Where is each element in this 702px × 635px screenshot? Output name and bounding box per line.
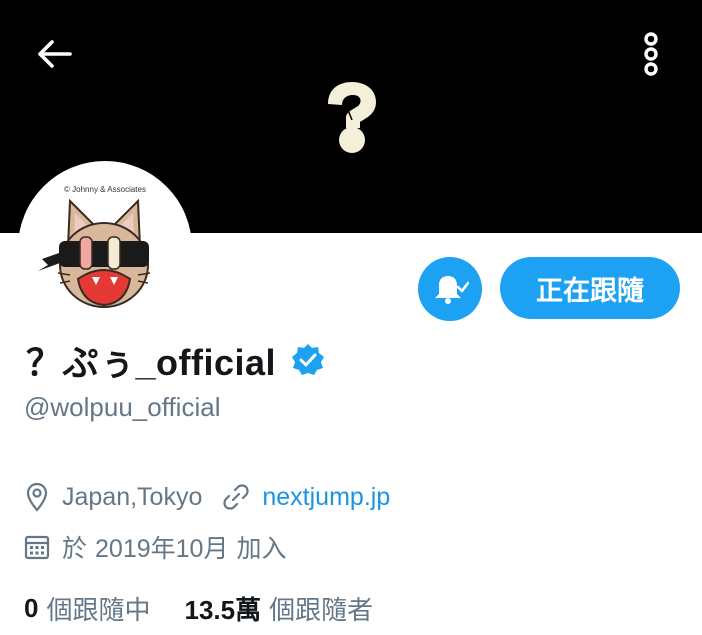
followers-stat[interactable]: 13.5萬 個跟隨者 — [184, 590, 373, 627]
location-pin-icon — [26, 482, 48, 512]
verified-badge-icon — [292, 344, 325, 375]
following-count: 0 — [24, 592, 39, 623]
profile-display-name: ？ぷぅ_official — [26, 333, 326, 387]
location-text: Japan,Tokyo — [62, 482, 203, 511]
arrow-left-icon — [38, 40, 72, 68]
joined-suffix: 加入 — [236, 535, 287, 563]
following-label: 個跟隨中 — [46, 594, 151, 625]
profile-avatar[interactable]: © Johnny & Associates — [18, 161, 192, 335]
more-vertical-icon — [644, 32, 658, 76]
profile-handle: @wolpuu_official — [24, 392, 221, 422]
notifications-button[interactable] — [418, 257, 482, 321]
back-button[interactable] — [30, 30, 78, 78]
question-mark-logo — [328, 82, 376, 153]
joined-row: 於 2019年10月 加入 — [24, 529, 286, 565]
following-stat[interactable]: 0 個跟隨中 — [24, 590, 150, 627]
cat-mascot-image — [38, 198, 151, 308]
joined-prefix: 於 — [62, 535, 88, 563]
followers-count: 13.5萬 — [184, 594, 262, 625]
more-options-button[interactable] — [628, 28, 674, 80]
website-link[interactable]: nextjump.jp — [262, 483, 390, 512]
joined-date: 2019年10月 — [95, 535, 229, 563]
link-icon — [223, 484, 249, 510]
calendar-icon — [24, 535, 50, 560]
following-button[interactable]: 正在跟隨 — [500, 257, 680, 319]
followers-label: 個跟隨者 — [269, 594, 374, 625]
bell-check-icon — [435, 276, 469, 304]
location-website-row: Japan,Tokyo nextjump.jp — [24, 479, 390, 515]
follow-stats: 0 個跟隨中 13.5萬 個跟隨者 — [24, 588, 373, 628]
display-name-text: ？ぷぅ_official — [26, 342, 277, 383]
